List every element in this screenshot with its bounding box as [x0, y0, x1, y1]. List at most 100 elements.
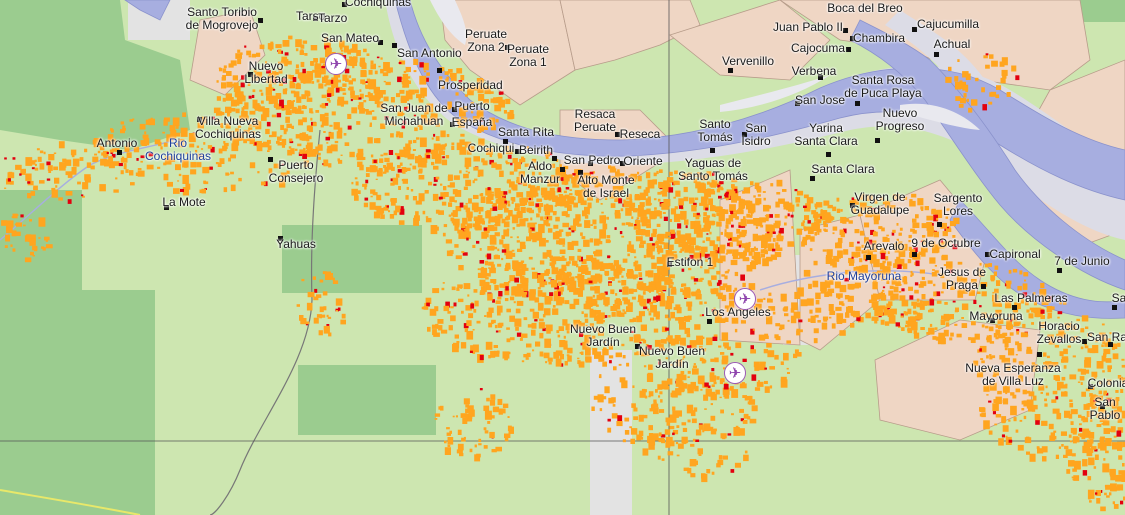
place-label-boca-del-breo[interactable]: Boca del Breo: [827, 2, 902, 15]
settlement-marker-juan-pablo-ii[interactable]: [843, 28, 848, 33]
place-label-juan-pablo-ii[interactable]: Juan Pablo II: [773, 21, 843, 34]
settlement-marker-nueva-esperanza-villa-luz[interactable]: [1037, 352, 1042, 357]
place-label-las-palmeras[interactable]: Las Palmeras: [994, 292, 1067, 305]
place-label-cochiqui[interactable]: Cochiqui: [468, 142, 515, 155]
place-label-yaguas-de-santo-tomas[interactable]: Yaguas de Santo Tomás: [678, 157, 748, 183]
settlement-marker-aldo-manzur[interactable]: [560, 167, 565, 172]
deforestation-patch: [716, 292, 719, 297]
place-label-cochiquinas-top[interactable]: Cochiquinas: [345, 0, 411, 9]
place-label-puerto-consejero[interactable]: Puerto Consejero: [269, 159, 324, 185]
place-label-san-juan-michahuan[interactable]: San Juan de Michahuan: [380, 102, 447, 128]
place-label-san-pedro[interactable]: San Pedro: [564, 154, 621, 167]
place-label-9-de-octubre[interactable]: 9 de Octubre: [911, 237, 980, 250]
settlement-marker-vervenillo[interactable]: [728, 68, 733, 73]
place-label-horacio-zevallos[interactable]: Horacio Zevallos: [1037, 320, 1082, 346]
place-label-verbena[interactable]: Verbena: [792, 65, 837, 78]
deforestation-patch: [419, 175, 423, 180]
place-label-santo-toribio[interactable]: Santo Toribio de Mogrovejo: [186, 6, 259, 32]
place-label-espana[interactable]: España: [452, 116, 493, 129]
place-label-oriente[interactable]: Oriente: [623, 155, 662, 168]
place-label-virgen-de-guadalupe[interactable]: Virgen de Guadalupe: [851, 191, 910, 217]
place-label-7-de-junio[interactable]: 7 de Junio: [1054, 255, 1109, 268]
place-label-san-ra[interactable]: San Ra: [1087, 331, 1125, 344]
place-label-nuevo-libertad[interactable]: Nuevo Libertad: [244, 60, 287, 86]
deforestation-patch: [365, 84, 368, 89]
place-label-la-mote[interactable]: La Mote: [162, 196, 205, 209]
settlement-marker-7-de-junio[interactable]: [1057, 268, 1062, 273]
settlement-marker-9-de-octubre[interactable]: [912, 252, 917, 257]
place-label-santa-rita[interactable]: Santa Rita: [498, 126, 554, 139]
place-label-nuevo-buen-jardin-1[interactable]: Nuevo Buen Jardín: [570, 323, 636, 349]
deforestation-patch: [166, 181, 173, 187]
place-label-aldo-manzur[interactable]: Aldo Manzur: [520, 160, 560, 186]
settlement-marker-achual[interactable]: [934, 52, 939, 57]
place-label-nuevo-progreso[interactable]: Nuevo Progreso: [876, 107, 925, 133]
settlement-marker-los-angeles[interactable]: [707, 319, 712, 324]
place-label-jesus-de-praga[interactable]: Jesus de Praga: [938, 266, 986, 292]
place-label-resaca-peruate[interactable]: Resaca Peruate: [574, 108, 616, 134]
settlement-marker-cajocuma[interactable]: [846, 47, 851, 52]
deforestation-patch: [687, 419, 691, 423]
place-label-nueva-esperanza-villa-luz[interactable]: Nueva Esperanza de Villa Luz: [965, 362, 1060, 388]
deforestation-patch: [1086, 449, 1093, 457]
deforestation-patch: [926, 215, 934, 221]
place-label-sargento-lores[interactable]: Sargento Lores: [934, 192, 983, 218]
airplane-icon[interactable]: ✈: [734, 288, 756, 310]
settlement-marker-prosperidad[interactable]: [437, 68, 442, 73]
settlement-marker-sa[interactable]: [1112, 305, 1117, 310]
settlement-marker-santa-rosa-puca-playa[interactable]: [855, 101, 860, 106]
place-label-arevalo[interactable]: Arevalo: [864, 240, 905, 253]
airplane-icon[interactable]: ✈: [325, 53, 347, 75]
settlement-marker-santa-clara[interactable]: [810, 176, 815, 181]
place-label-alto-monte-de-israel[interactable]: Alto Monte de Israel: [577, 174, 634, 200]
place-label-san-isidro[interactable]: San Isidro: [741, 122, 770, 148]
settlement-marker-arevalo[interactable]: [866, 255, 871, 260]
settlement-marker-yarina-santa-clara[interactable]: [826, 152, 831, 157]
map-canvas[interactable]: Santo Toribio de Mogrovejo Tarso Tarzo Coch…: [0, 0, 1125, 515]
deforestation-patch: [627, 302, 633, 307]
place-label-mayoruna[interactable]: Mayoruna: [969, 310, 1022, 323]
place-label-yarina-santa-clara[interactable]: Yarina Santa Clara: [794, 122, 857, 148]
place-label-prosperidad[interactable]: Prosperidad: [438, 79, 503, 92]
place-label-reseca[interactable]: Reseca: [620, 128, 661, 141]
settlement-marker-sargento-lores[interactable]: [937, 222, 942, 227]
deforestation-patch: [657, 455, 661, 460]
settlement-marker-santo-tomas[interactable]: [710, 148, 715, 153]
place-label-santa-rosa-puca-playa[interactable]: Santa Rosa de Puca Playa: [844, 74, 921, 100]
place-label-estifon-1[interactable]: Estifon 1: [667, 256, 714, 269]
place-label-santo-tomas[interactable]: Santo Tomás: [697, 118, 732, 144]
place-label-chambira[interactable]: Chambira: [853, 32, 905, 45]
place-label-santa-clara[interactable]: Santa Clara: [811, 163, 874, 176]
deforestation-patch: [510, 197, 515, 201]
place-label-antonio[interactable]: Antonio: [97, 137, 138, 150]
place-label-cajocuma[interactable]: Cajocuma: [791, 42, 845, 55]
settlement-marker-santo-toribio[interactable]: [258, 18, 263, 23]
place-label-san-jose[interactable]: San Jose: [795, 94, 845, 107]
place-label-puerto[interactable]: Puerto: [454, 100, 489, 113]
place-label-nuevo-buen-jardin-2[interactable]: Nuevo Buen Jardín: [639, 345, 705, 371]
place-label-achual[interactable]: Achual: [934, 38, 971, 51]
place-label-cajucumilla[interactable]: Cajucumilla: [917, 18, 979, 31]
place-label-sa[interactable]: Sa: [1112, 292, 1125, 305]
settlement-marker-nuevo-progreso[interactable]: [875, 138, 880, 143]
deforestation-patch: [815, 307, 822, 313]
deforestation-patch: [404, 154, 409, 158]
place-label-san-antonio[interactable]: San Antonio: [397, 47, 462, 60]
deforestation-patch: [277, 49, 282, 54]
deforestation-patch: [1017, 444, 1024, 451]
place-label-peruate-zona-2[interactable]: Peruate Zona 2: [465, 28, 507, 54]
settlement-marker-antonio[interactable]: [117, 150, 122, 155]
place-label-colonia[interactable]: Colonia: [1088, 377, 1125, 390]
place-label-san-pablo[interactable]: San Pablo: [1090, 396, 1121, 422]
place-label-yahuas[interactable]: Yahuas: [276, 238, 316, 251]
deforestation-patch: [631, 203, 635, 208]
place-label-peruate-zona-1[interactable]: Peruate Zona 1: [507, 43, 549, 69]
place-label-capironal[interactable]: Capironal: [989, 248, 1040, 261]
airplane-icon[interactable]: ✈: [724, 362, 746, 384]
deforestation-patch: [710, 205, 714, 210]
place-label-tarzo[interactable]: Tarzo: [318, 12, 347, 25]
deforestation-patch: [295, 48, 299, 52]
place-label-san-mateo[interactable]: San Mateo: [321, 32, 379, 45]
place-label-vervenillo[interactable]: Vervenillo: [722, 55, 774, 68]
place-label-beirith[interactable]: Beirith: [519, 144, 553, 157]
